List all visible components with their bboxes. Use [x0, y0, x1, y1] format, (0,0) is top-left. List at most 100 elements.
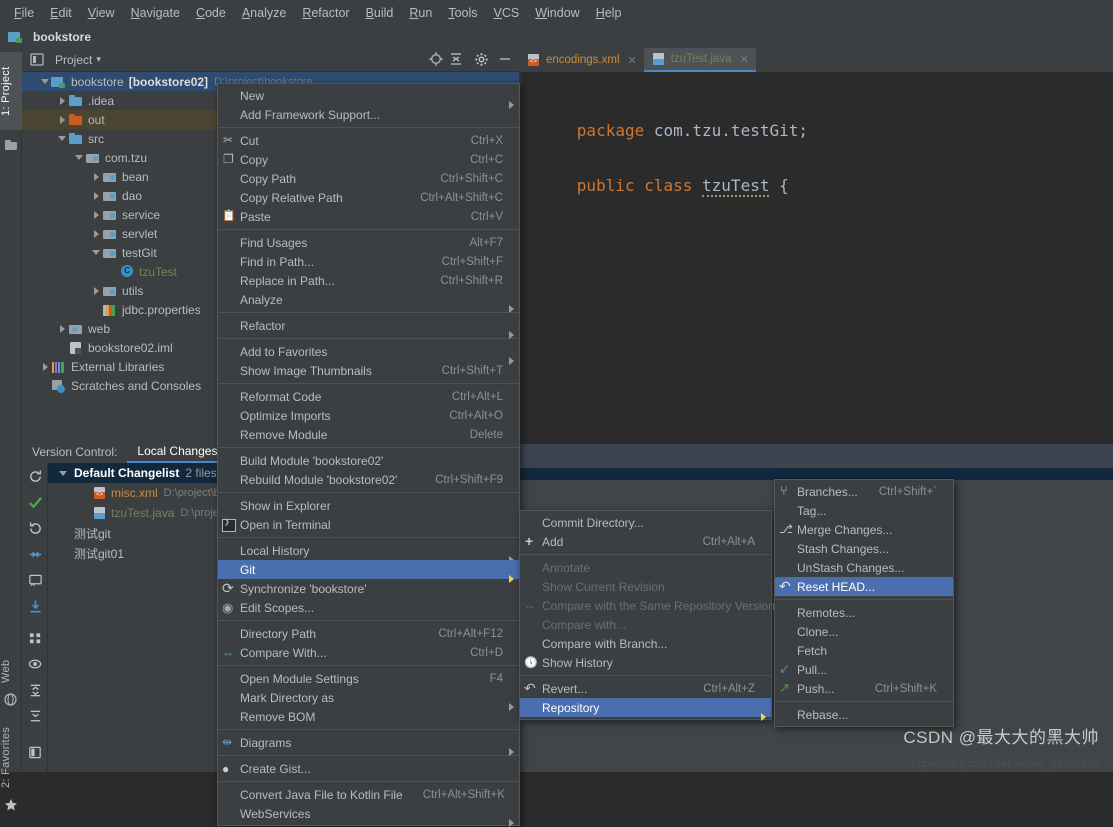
git-show-history[interactable]: Show History [520, 653, 771, 672]
ctx-webservices[interactable]: WebServices [218, 804, 519, 827]
editor-tab-bar[interactable]: encodings.xml ✕ tzuTest.java ✕ [519, 48, 1113, 72]
ctx-rebuild-module-bookstore02[interactable]: Rebuild Module 'bookstore02' Ctrl+Shift+F… [218, 470, 519, 489]
ctx-create-gist[interactable]: Create Gist... [218, 759, 519, 778]
ctx-optimize-imports[interactable]: Optimize Imports Ctrl+Alt+O [218, 406, 519, 425]
update-icon[interactable] [28, 599, 43, 614]
git-revert[interactable]: Revert... Ctrl+Alt+Z [520, 679, 771, 698]
sidebar-item-favorites[interactable]: 2: Favorites [0, 720, 22, 794]
menu-file[interactable]: File [6, 3, 42, 23]
collapse-all-icon[interactable] [448, 51, 464, 70]
ctx-refactor[interactable]: Refactor [218, 316, 519, 339]
tree-expand-arrow-down[interactable] [91, 247, 102, 258]
tree-expand-arrow-right[interactable] [91, 285, 102, 296]
project-panel-toolbar[interactable] [428, 51, 513, 70]
expand-all-icon[interactable] [28, 683, 43, 698]
code-area[interactable]: package com.tzu.testGit; public class tz… [519, 72, 1113, 444]
gear-icon[interactable] [474, 52, 489, 70]
menu-edit[interactable]: Edit [42, 3, 80, 23]
ctx-reformat-code[interactable]: Reformat Code Ctrl+Alt+L [218, 387, 519, 406]
editor-tab-encodings-xml[interactable]: encodings.xml ✕ [519, 48, 644, 72]
repo-reset-head[interactable]: Reset HEAD... [775, 577, 953, 596]
repo-stash-changes[interactable]: Stash Changes... [775, 539, 953, 558]
ctx-synchronize-bookstore[interactable]: Synchronize 'bookstore' [218, 579, 519, 598]
ctx-edit-scopes[interactable]: Edit Scopes... [218, 598, 519, 617]
tab-version-control[interactable]: Version Control: [22, 442, 127, 462]
ctx-replace-in-path[interactable]: Replace in Path... Ctrl+Shift+R [218, 271, 519, 290]
tab-local-changes[interactable]: Local Changes [127, 441, 228, 463]
ctx-find-in-path[interactable]: Find in Path... Ctrl+Shift+F [218, 252, 519, 271]
version-control-toolbar[interactable] [22, 463, 48, 772]
commit-check-icon[interactable] [28, 495, 43, 510]
menu-navigate[interactable]: Navigate [123, 3, 188, 23]
collapse-all-icon[interactable] [28, 709, 43, 724]
menu-help[interactable]: Help [588, 3, 630, 23]
tree-expand-arrow-right[interactable] [57, 323, 68, 334]
tree-expand-arrow-right[interactable] [57, 95, 68, 106]
git-submenu[interactable]: Commit Directory... Add Ctrl+Alt+A Annotate… [519, 510, 775, 721]
menu-vcs[interactable]: VCS [486, 3, 528, 23]
ctx-copy-relative-path[interactable]: Copy Relative Path Ctrl+Alt+Shift+C [218, 188, 519, 207]
ctx-diagrams[interactable]: Diagrams [218, 733, 519, 756]
ctx-open-module-settings[interactable]: Open Module Settings F4 [218, 669, 519, 688]
tree-expand-arrow-right[interactable] [57, 114, 68, 125]
ctx-directory-path[interactable]: Directory Path Ctrl+Alt+F12 [218, 624, 519, 643]
repository-submenu[interactable]: Branches... Ctrl+Shift+` Tag... Merge Chang… [774, 479, 954, 727]
git-add[interactable]: Add Ctrl+Alt+A [520, 532, 771, 551]
repo-merge-changes[interactable]: Merge Changes... [775, 520, 953, 539]
ctx-add-to-favorites[interactable]: Add to Favorites [218, 342, 519, 365]
repo-clone[interactable]: Clone... [775, 622, 953, 641]
menu-build[interactable]: Build [358, 3, 402, 23]
ctx-cut[interactable]: Cut Ctrl+X [218, 131, 519, 150]
ctx-add-framework-support[interactable]: Add Framework Support... [218, 105, 519, 124]
tree-expand-arrow-down[interactable] [40, 76, 51, 87]
repo-branches[interactable]: Branches... Ctrl+Shift+` [775, 482, 953, 501]
ctx-convert-java-file-to-kotlin-file[interactable]: Convert Java File to Kotlin File Ctrl+Alt… [218, 785, 519, 804]
editor-tab-tzuTest-java[interactable]: tzuTest.java ✕ [643, 48, 756, 72]
chevron-down-icon[interactable]: ▾ [96, 54, 101, 65]
menu-run[interactable]: Run [401, 3, 440, 23]
hide-panel-icon[interactable] [497, 51, 513, 70]
repo-tag[interactable]: Tag... [775, 501, 953, 520]
group-by-icon[interactable] [28, 631, 43, 646]
git-repository[interactable]: Repository [520, 698, 771, 721]
ctx-show-image-thumbnails[interactable]: Show Image Thumbnails Ctrl+Shift+T [218, 361, 519, 380]
ctx-copy-path[interactable]: Copy Path Ctrl+Shift+C [218, 169, 519, 188]
locate-icon[interactable] [428, 51, 444, 70]
tree-expand-arrow-right[interactable] [91, 171, 102, 182]
ctx-open-in-terminal[interactable]: Open in Terminal [218, 515, 519, 534]
git-compare-with-branch[interactable]: Compare with Branch... [520, 634, 771, 653]
menu-window[interactable]: Window [527, 3, 587, 23]
changelist-expand-arrow[interactable] [58, 468, 69, 479]
repo-remotes[interactable]: Remotes... [775, 603, 953, 622]
ctx-copy[interactable]: Copy Ctrl+C [218, 150, 519, 169]
ctx-mark-directory-as[interactable]: Mark Directory as [218, 688, 519, 711]
ctx-remove-bom[interactable]: Remove BOM [218, 707, 519, 726]
repo-pull[interactable]: Pull... [775, 660, 953, 679]
revert-icon[interactable] [28, 521, 43, 536]
ctx-compare-with[interactable]: Compare With... Ctrl+D [218, 643, 519, 662]
preview-eye-icon[interactable] [28, 657, 43, 672]
repo-unstash-changes[interactable]: UnStash Changes... [775, 558, 953, 577]
tree-expand-arrow-right[interactable] [91, 228, 102, 239]
ctx-build-module-bookstore02[interactable]: Build Module 'bookstore02' [218, 451, 519, 470]
repo-push[interactable]: Push... Ctrl+Shift+K [775, 679, 953, 698]
ctx-new[interactable]: New [218, 86, 519, 109]
sidebar-item-web[interactable]: Web [0, 648, 22, 694]
refresh-icon[interactable] [28, 469, 43, 484]
repo-rebase[interactable]: Rebase... [775, 705, 953, 724]
project-context-menu[interactable]: New Add Framework Support... Cut Ctrl+X Copy… [217, 83, 520, 827]
ctx-git[interactable]: Git [218, 560, 519, 583]
repo-fetch[interactable]: Fetch [775, 641, 953, 660]
tree-expand-arrow-right[interactable] [91, 209, 102, 220]
ctx-analyze[interactable]: Analyze [218, 290, 519, 313]
tree-expand-arrow-right[interactable] [91, 190, 102, 201]
tree-expand-arrow-right[interactable] [40, 361, 51, 372]
menu-tools[interactable]: Tools [440, 3, 485, 23]
sidebar-item-project[interactable]: 1: Project [0, 52, 22, 130]
menu-refactor[interactable]: Refactor [294, 3, 357, 23]
ctx-local-history[interactable]: Local History [218, 541, 519, 564]
git-commit-directory[interactable]: Commit Directory... [520, 513, 771, 532]
menu-view[interactable]: View [80, 3, 123, 23]
close-icon[interactable]: ✕ [739, 53, 748, 66]
ctx-find-usages[interactable]: Find Usages Alt+F7 [218, 233, 519, 252]
